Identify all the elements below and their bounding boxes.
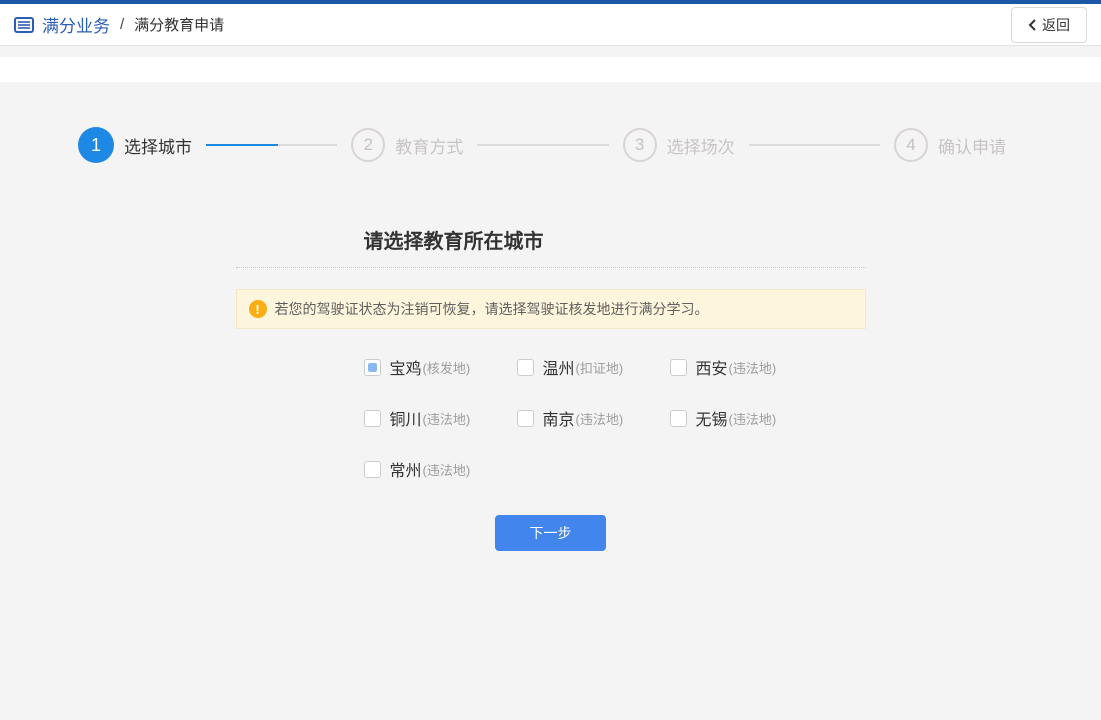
checkbox-fill: [521, 414, 530, 423]
step-connector-1: [206, 144, 337, 146]
city-option-changzhou[interactable]: 常州 (违法地): [364, 454, 517, 484]
checkbox-fill: [368, 414, 377, 423]
back-button[interactable]: 返回: [1011, 7, 1087, 43]
main-panel: 1 选择城市 2 教育方式 3 选择场次 4 确认申请 请选择教育所在城市: [0, 82, 1101, 720]
white-strip: [0, 57, 1101, 82]
header-gap: [0, 46, 1101, 57]
city-option-nanjing[interactable]: 南京 (违法地): [517, 403, 670, 433]
dashed-divider: [236, 267, 866, 268]
step-3-label: 选择场次: [667, 133, 735, 158]
city-tag: (违法地): [576, 409, 624, 428]
city-name: 南京: [543, 406, 575, 430]
checkbox-fill: [368, 465, 377, 474]
breadcrumb: 满分业务 / 满分教育申请: [14, 12, 224, 37]
chevron-left-icon: [1028, 19, 1036, 31]
step-2-number: 2: [351, 128, 385, 162]
city-option-tongchuan[interactable]: 铜川 (违法地): [364, 403, 517, 433]
checkbox-changzhou[interactable]: [364, 461, 381, 478]
city-name: 宝鸡: [390, 355, 422, 379]
checkbox-fill: [674, 363, 683, 372]
step-4-label: 确认申请: [938, 133, 1006, 158]
header: 满分业务 / 满分教育申请 返回: [0, 4, 1101, 46]
notice-text: 若您的驾驶证状态为注销可恢复，请选择驾驶证核发地进行满分学习。: [275, 299, 709, 319]
city-name: 无锡: [696, 406, 728, 430]
checkbox-nanjing[interactable]: [517, 410, 534, 427]
step-3-select-session: 3 选择场次: [623, 128, 735, 162]
stepper: 1 选择城市 2 教育方式 3 选择场次 4 确认申请: [0, 82, 1101, 163]
list-form-icon: [14, 17, 34, 33]
step-1-label: 选择城市: [124, 133, 192, 158]
city-option-wuxi[interactable]: 无锡 (违法地): [670, 403, 823, 433]
checkbox-baoji[interactable]: [364, 359, 381, 376]
button-row: 下一步: [236, 515, 866, 551]
content-column: 请选择教育所在城市 ! 若您的驾驶证状态为注销可恢复，请选择驾驶证核发地进行满分…: [236, 225, 866, 551]
city-tag: (违法地): [729, 409, 777, 428]
city-tag: (违法地): [729, 358, 777, 377]
checkbox-fill: [674, 414, 683, 423]
step-1-select-city: 1 选择城市: [78, 127, 192, 163]
city-tag: (扣证地): [576, 358, 624, 377]
step-4-confirm-application: 4 确认申请: [894, 128, 1006, 162]
step-2-label: 教育方式: [395, 133, 463, 158]
city-name: 铜川: [390, 406, 422, 430]
notice-banner: ! 若您的驾驶证状态为注销可恢复，请选择驾驶证核发地进行满分学习。: [236, 289, 866, 329]
breadcrumb-brand: 满分业务: [42, 12, 110, 37]
step-1-number: 1: [78, 127, 114, 163]
page: 满分业务 / 满分教育申请 返回 1 选择城市 2 教育方式: [0, 0, 1101, 720]
breadcrumb-page-title: 满分教育申请: [134, 14, 224, 35]
checkbox-tongchuan[interactable]: [364, 410, 381, 427]
checkbox-fill: [521, 363, 530, 372]
checkbox-xian[interactable]: [670, 359, 687, 376]
city-name: 西安: [696, 355, 728, 379]
checkbox-fill: [368, 363, 377, 372]
city-name: 常州: [390, 457, 422, 481]
city-option-xian[interactable]: 西安 (违法地): [670, 352, 823, 382]
step-4-number: 4: [894, 128, 928, 162]
city-option-wenzhou[interactable]: 温州 (扣证地): [517, 352, 670, 382]
warning-icon: !: [249, 300, 267, 318]
step-connector-3: [749, 144, 880, 146]
breadcrumb-separator: /: [120, 16, 124, 33]
step-3-number: 3: [623, 128, 657, 162]
city-options-grid: 宝鸡 (核发地) 温州 (扣证地) 西安 (违法地) 铜川 (违法地): [364, 352, 834, 484]
step-2-education-method: 2 教育方式: [351, 128, 463, 162]
back-button-label: 返回: [1042, 15, 1070, 35]
city-tag: (核发地): [423, 358, 471, 377]
next-step-button[interactable]: 下一步: [495, 515, 606, 551]
city-name: 温州: [543, 355, 575, 379]
step-connector-2: [477, 144, 608, 146]
city-tag: (违法地): [423, 460, 471, 479]
page-title: 请选择教育所在城市: [364, 225, 866, 254]
checkbox-wuxi[interactable]: [670, 410, 687, 427]
checkbox-wenzhou[interactable]: [517, 359, 534, 376]
city-option-baoji[interactable]: 宝鸡 (核发地): [364, 352, 517, 382]
city-tag: (违法地): [423, 409, 471, 428]
